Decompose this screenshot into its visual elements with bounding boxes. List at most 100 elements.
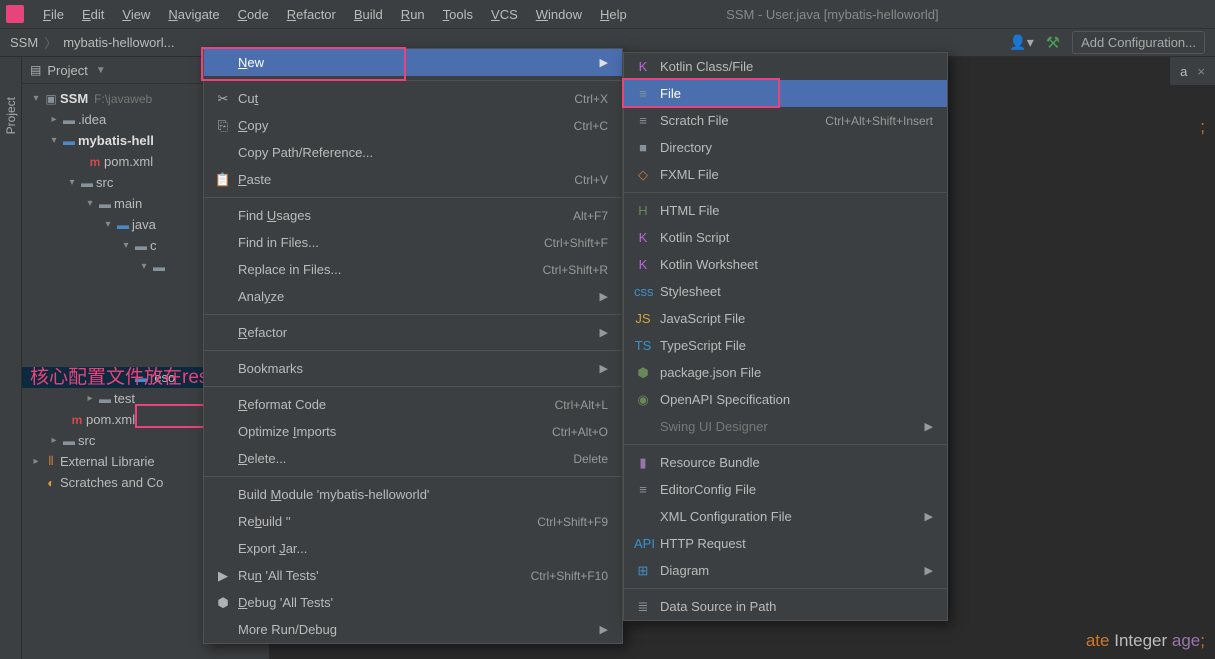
menu-file[interactable]: File [34, 5, 73, 24]
menu-separator [624, 192, 947, 193]
menu-item-cut[interactable]: ✂CutCtrl+X [204, 85, 622, 112]
menu-item-label: Rebuild '' [238, 514, 291, 529]
menu-item-label: Debug 'All Tests' [238, 595, 333, 610]
project-tool-tab[interactable]: Project [0, 57, 22, 659]
menu-item-icon: ≡ [634, 86, 652, 101]
submenu-item-openapi-specification[interactable]: ◉OpenAPI Specification [624, 386, 947, 413]
submenu-item-kotlin-worksheet[interactable]: KKotlin Worksheet [624, 251, 947, 278]
menu-item-more-run-debug[interactable]: More Run/Debug▶ [204, 616, 622, 643]
menu-separator [204, 386, 622, 387]
menu-item-optimize-imports[interactable]: Optimize ImportsCtrl+Alt+O [204, 418, 622, 445]
menu-help[interactable]: Help [591, 5, 636, 24]
menu-item-label: Cut [238, 91, 258, 106]
user-icon[interactable]: 👤▾ [1009, 34, 1033, 51]
menu-item-replace-in-files-[interactable]: Replace in Files...Ctrl+Shift+R [204, 256, 622, 283]
menu-vcs[interactable]: VCS [482, 5, 527, 24]
menu-item-label: Copy [238, 118, 268, 133]
submenu-item-xml-configuration-file[interactable]: XML Configuration File▶ [624, 503, 947, 530]
submenu-item-directory[interactable]: ■Directory [624, 134, 947, 161]
menu-item-label: Directory [660, 140, 712, 155]
submenu-item-http-request[interactable]: APIHTTP Request [624, 530, 947, 557]
menu-item-reformat-code[interactable]: Reformat Code Ctrl+Alt+L [204, 391, 622, 418]
project-header-label: Project [47, 63, 87, 78]
menu-item-icon: ≡ [634, 113, 652, 128]
editor-tab[interactable]: a× [1180, 64, 1205, 79]
menu-item-label: Reformat Code [238, 397, 326, 412]
submenu-item-fxml-file[interactable]: ◇FXML File [624, 161, 947, 188]
menu-item-icon: 📋 [214, 172, 232, 188]
menu-item-label: Find Usages [238, 208, 311, 223]
add-configuration-button[interactable]: Add Configuration... [1072, 31, 1205, 54]
menu-item-rebuild-default-[interactable]: Rebuild ''Ctrl+Shift+F9 [204, 508, 622, 535]
menu-item-find-in-files-[interactable]: Find in Files...Ctrl+Shift+F [204, 229, 622, 256]
menu-window[interactable]: Window [527, 5, 591, 24]
submenu-item-stylesheet[interactable]: cssStylesheet [624, 278, 947, 305]
menubar: FileEditViewNavigateCodeRefactorBuildRun… [0, 0, 1215, 29]
submenu-item-package-json-file[interactable]: ⬢package.json File [624, 359, 947, 386]
breadcrumb-module[interactable]: mybatis-helloworl... [63, 35, 174, 50]
menu-item-icon: ◇ [634, 167, 652, 183]
menu-item-icon: css [634, 284, 652, 299]
breadcrumb-root[interactable]: SSM [10, 35, 38, 50]
submenu-item-data-source-in-path[interactable]: ≣Data Source in Path [624, 593, 947, 620]
menu-item-new[interactable]: New▶ [204, 49, 622, 76]
menu-item-icon: ⬢ [634, 365, 652, 381]
menu-separator [624, 588, 947, 589]
menu-tools[interactable]: Tools [434, 5, 482, 24]
menu-code[interactable]: Code [229, 5, 278, 24]
chevron-right-icon: ▶ [925, 564, 933, 577]
menu-separator [204, 314, 622, 315]
menu-build[interactable]: Build [345, 5, 392, 24]
menu-item-debug-all-tests-[interactable]: ⬢Debug 'All Tests' [204, 589, 622, 616]
editor-tabs: a× [1170, 57, 1215, 85]
close-icon[interactable]: × [1197, 64, 1205, 79]
submenu-item-html-file[interactable]: HHTML File [624, 197, 947, 224]
window-title: SSM - User.java [mybatis-helloworld] [726, 7, 1118, 22]
submenu-item-diagram[interactable]: ⊞Diagram▶ [624, 557, 947, 584]
menu-item-find-usages[interactable]: Find Usages Alt+F7 [204, 202, 622, 229]
menu-item-build-module-mybatis-helloworld-[interactable]: Build Module 'mybatis-helloworld' [204, 481, 622, 508]
build-icon[interactable]: ⚒ [1046, 33, 1060, 53]
menu-item-analyze[interactable]: Analyze▶ [204, 283, 622, 310]
submenu-item-editorconfig-file[interactable]: ≡EditorConfig File [624, 476, 947, 503]
menu-item-shortcut: Alt+F7 [573, 209, 608, 223]
submenu-item-scratch-file[interactable]: ≡Scratch FileCtrl+Alt+Shift+Insert [624, 107, 947, 134]
chevron-right-icon: ▶ [600, 362, 608, 375]
menu-view[interactable]: View [113, 5, 159, 24]
menu-item-icon: K [634, 59, 652, 74]
menu-run[interactable]: Run [392, 5, 434, 24]
chevron-right-icon: ▶ [925, 420, 933, 433]
menu-item-label: Analyze [238, 289, 284, 304]
menu-refactor[interactable]: Refactor [278, 5, 345, 24]
menu-item-refactor[interactable]: Refactor▶ [204, 319, 622, 346]
submenu-item-resource-bundle[interactable]: ▮Resource Bundle [624, 449, 947, 476]
menu-item-label: Copy Path/Reference... [238, 145, 373, 160]
menu-item-bookmarks[interactable]: Bookmarks ▶ [204, 355, 622, 382]
menu-item-copy-path-reference-[interactable]: Copy Path/Reference... [204, 139, 622, 166]
menu-item-delete-[interactable]: Delete...Delete [204, 445, 622, 472]
menu-edit[interactable]: Edit [73, 5, 113, 24]
menu-item-shortcut: Ctrl+Alt+L [555, 398, 608, 412]
menu-item-icon: API [634, 536, 652, 551]
submenu-item-file[interactable]: ≡File [624, 80, 947, 107]
menu-item-run-all-tests-[interactable]: ▶Run 'All Tests'Ctrl+Shift+F10 [204, 562, 622, 589]
menu-item-label: Data Source in Path [660, 599, 776, 614]
menu-item-label: Export Jar... [238, 541, 307, 556]
menu-item-shortcut: Ctrl+Shift+R [543, 263, 608, 277]
submenu-item-kotlin-class-file[interactable]: K Kotlin Class/File [624, 53, 947, 80]
menu-item-label: Build Module 'mybatis-helloworld' [238, 487, 429, 502]
menu-item-label: Resource Bundle [660, 455, 760, 470]
menu-item-paste[interactable]: 📋PasteCtrl+V [204, 166, 622, 193]
new-submenu: K Kotlin Class/File ≡File≡Scratch FileCtrl… [623, 52, 948, 621]
menu-item-export-jar-[interactable]: Export Jar... [204, 535, 622, 562]
menu-separator [204, 80, 622, 81]
menu-item-label: Kotlin Class/File [660, 59, 753, 74]
submenu-item-typescript-file[interactable]: TSTypeScript File [624, 332, 947, 359]
chevron-right-icon: ▶ [600, 623, 608, 636]
menu-item-label: TypeScript File [660, 338, 746, 353]
menu-navigate[interactable]: Navigate [159, 5, 228, 24]
menu-item-copy[interactable]: ⎘CopyCtrl+C [204, 112, 622, 139]
menu-item-label: Bookmarks [238, 361, 303, 376]
submenu-item-javascript-file[interactable]: JSJavaScript File [624, 305, 947, 332]
submenu-item-kotlin-script[interactable]: KKotlin Script [624, 224, 947, 251]
